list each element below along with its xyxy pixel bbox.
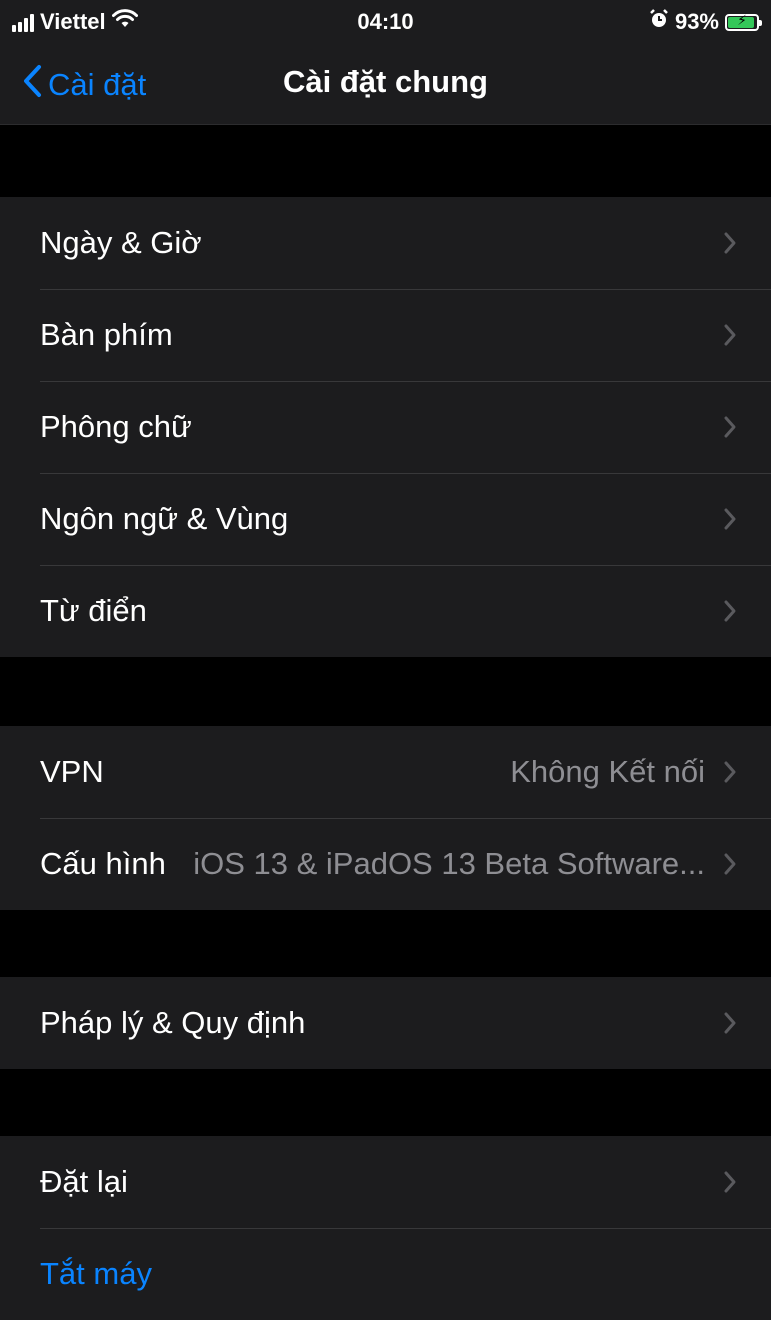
chevron-right-icon [719, 320, 741, 350]
chevron-right-icon [719, 596, 741, 626]
status-bar: Viettel 04:10 93% ⚡ [0, 0, 771, 46]
page-title: Cài đặt chung [283, 64, 488, 99]
settings-group-general: Ngày & Giờ Bàn phím Phông chữ Ngôn ngữ &… [0, 197, 771, 657]
row-label: Phông chữ [40, 409, 192, 444]
chevron-right-icon [719, 412, 741, 442]
chevron-right-icon [719, 849, 741, 879]
row-legal-regulatory[interactable]: Pháp lý & Quy định [0, 977, 771, 1069]
row-value: Không Kết nối [510, 754, 705, 789]
row-label: Bàn phím [40, 317, 173, 352]
row-label: Cấu hình [40, 846, 166, 881]
row-label: Ngày & Giờ [40, 225, 202, 260]
row-value: iOS 13 & iPadOS 13 Beta Software... [193, 846, 705, 881]
settings-group-reset: Đặt lại Tắt máy [0, 1136, 771, 1320]
chevron-right-icon [719, 504, 741, 534]
shut-down-button[interactable]: Tắt máy [0, 1228, 771, 1320]
row-label: Đặt lại [40, 1164, 128, 1199]
row-language-region[interactable]: Ngôn ngữ & Vùng [0, 473, 771, 565]
chevron-right-icon [719, 1167, 741, 1197]
settings-group-vpn-profile: VPN Không Kết nối Cấu hình iOS 13 & iPad… [0, 726, 771, 910]
navigation-bar: Cài đặt Cài đặt chung [0, 46, 771, 125]
chevron-right-icon [719, 228, 741, 258]
row-keyboard[interactable]: Bàn phím [0, 289, 771, 381]
row-dictionary[interactable]: Từ điển [0, 565, 771, 657]
row-vpn[interactable]: VPN Không Kết nối [0, 726, 771, 818]
charging-bolt-icon: ⚡ [737, 11, 747, 28]
status-right: 93% ⚡ [649, 9, 762, 35]
row-date-time[interactable]: Ngày & Giờ [0, 197, 771, 289]
row-label: VPN [40, 754, 104, 789]
battery-icon: ⚡ [725, 11, 762, 31]
row-label: Ngôn ngữ & Vùng [40, 501, 289, 536]
row-fonts[interactable]: Phông chữ [0, 381, 771, 473]
settings-screen: Viettel 04:10 93% ⚡ Cài đặt Cài đặt chun… [0, 0, 771, 1320]
row-label: Tắt máy [40, 1256, 152, 1291]
row-label: Pháp lý & Quy định [40, 1005, 306, 1040]
row-label: Từ điển [40, 593, 147, 628]
alarm-icon [649, 9, 669, 35]
row-profile[interactable]: Cấu hình iOS 13 & iPadOS 13 Beta Softwar… [0, 818, 771, 910]
chevron-right-icon [719, 1008, 741, 1038]
chevron-right-icon [719, 757, 741, 787]
row-reset[interactable]: Đặt lại [0, 1136, 771, 1228]
settings-group-legal: Pháp lý & Quy định [0, 977, 771, 1069]
battery-percent: 93% [674, 9, 719, 34]
